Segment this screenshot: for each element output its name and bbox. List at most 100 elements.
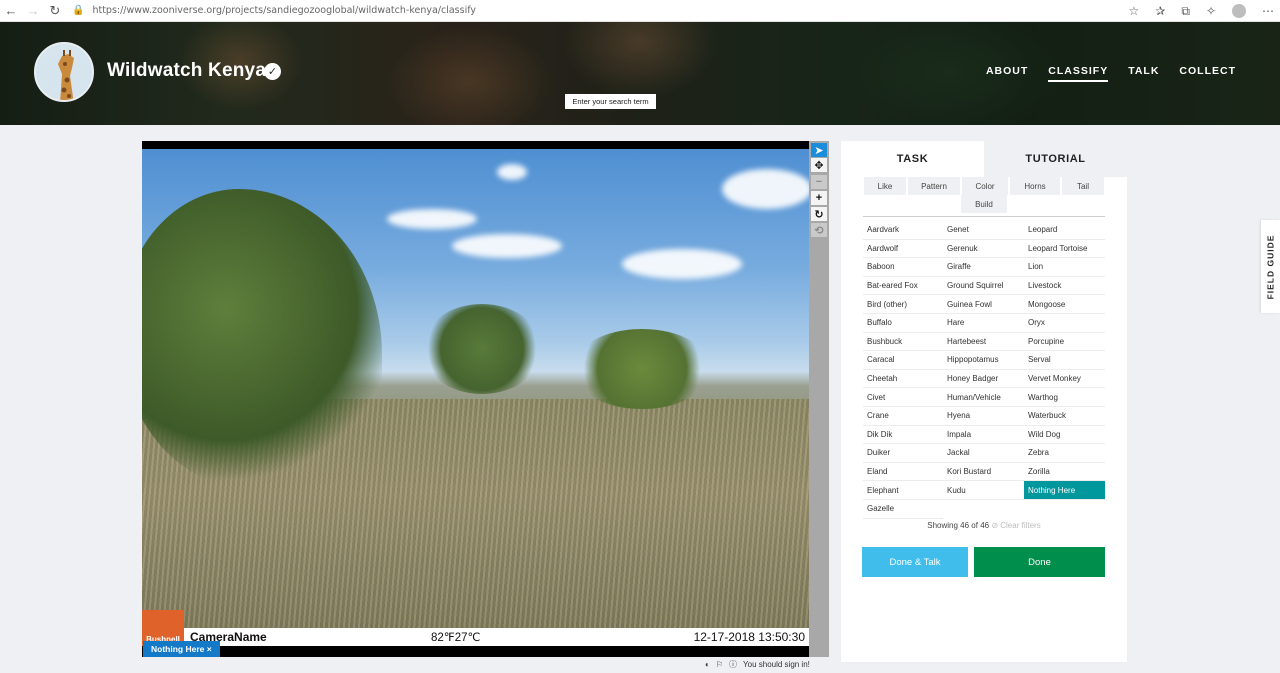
nav-classify[interactable]: CLASSIFY xyxy=(1048,65,1109,82)
choice-item[interactable]: Civet xyxy=(863,388,943,407)
choice-item[interactable]: Duiker xyxy=(863,444,943,463)
filter-like[interactable]: Like xyxy=(864,177,906,195)
choice-item[interactable]: Gazelle xyxy=(863,500,943,519)
field-guide-tab[interactable]: FIELD GUIDE xyxy=(1261,220,1280,313)
choice-item[interactable]: Wild Dog xyxy=(1024,426,1105,445)
choice-item[interactable]: Buffalo xyxy=(863,314,943,333)
filter-build[interactable]: Build xyxy=(961,195,1007,213)
choice-item[interactable]: Jackal xyxy=(943,444,1024,463)
more-icon[interactable]: ⋯ xyxy=(1262,4,1274,18)
camera-trap-image[interactable] xyxy=(142,149,809,633)
favorites-icon[interactable]: ✰ xyxy=(1155,4,1165,18)
pointer-tool-icon[interactable]: ➤ xyxy=(811,143,827,157)
tab-tutorial[interactable]: TUTORIAL xyxy=(984,141,1127,177)
choice-item[interactable]: Hare xyxy=(943,314,1024,333)
choice-item[interactable]: Livestock xyxy=(1024,277,1105,296)
choice-item[interactable]: Leopard Tortoise xyxy=(1024,240,1105,259)
read-aloud-icon[interactable]: ☆ xyxy=(1129,4,1140,18)
choice-item[interactable]: Nothing Here xyxy=(1024,481,1105,500)
choice-item[interactable]: Vervet Monkey xyxy=(1024,370,1105,389)
choice-item[interactable]: Aardvark xyxy=(863,221,943,240)
tab-task[interactable]: TASK xyxy=(841,141,984,177)
project-avatar[interactable] xyxy=(34,42,94,102)
project-title[interactable]: Wildwatch Kenya xyxy=(107,60,266,82)
rotate-icon[interactable]: ↻ xyxy=(811,207,827,221)
nav-collect[interactable]: COLLECT xyxy=(1179,65,1236,82)
zoom-in-icon[interactable]: + xyxy=(811,191,827,205)
filter-color[interactable]: Color xyxy=(962,177,1008,195)
subject-viewer[interactable]: Bushnell CameraName 82℉27℃ 12-17-2018 13… xyxy=(142,141,809,657)
choice-item[interactable]: Kudu xyxy=(943,481,1024,500)
panel-tabs: TASK TUTORIAL xyxy=(841,141,1127,177)
choice-item[interactable]: Serval xyxy=(1024,351,1105,370)
choice-item[interactable]: Lion xyxy=(1024,258,1105,277)
choice-item[interactable]: Gerenuk xyxy=(943,240,1024,259)
clear-filters-button[interactable]: ⊘ Clear filters xyxy=(991,521,1040,530)
choice-item[interactable]: Zorilla xyxy=(1024,463,1105,482)
choice-item[interactable]: Cheetah xyxy=(863,370,943,389)
choice-item[interactable]: Guinea Fowl xyxy=(943,295,1024,314)
extensions-icon[interactable]: ✧ xyxy=(1206,4,1216,18)
choice-item[interactable]: Leopard xyxy=(1024,221,1105,240)
showing-text: Showing 46 of 46 xyxy=(927,521,990,530)
choice-item[interactable]: Honey Badger xyxy=(943,370,1024,389)
nav-about[interactable]: ABOUT xyxy=(986,65,1028,82)
choice-item[interactable]: Bushbuck xyxy=(863,333,943,352)
choice-item[interactable]: Genet xyxy=(943,221,1024,240)
filter-horns[interactable]: Horns xyxy=(1010,177,1060,195)
sign-in-message: You should sign in! xyxy=(743,660,810,669)
back-arrow-icon[interactable]: ← xyxy=(0,0,22,22)
choice-item[interactable]: Human/Vehicle xyxy=(943,388,1024,407)
filter-pattern[interactable]: Pattern xyxy=(908,177,960,195)
filter-tail[interactable]: Tail xyxy=(1062,177,1104,195)
choice-item[interactable]: Waterbuck xyxy=(1024,407,1105,426)
url-text[interactable]: https://www.zooniverse.org/projects/sand… xyxy=(92,5,476,16)
choice-item[interactable]: Eland xyxy=(863,463,943,482)
project-nav: ABOUT CLASSIFY TALK COLLECT xyxy=(986,65,1236,82)
choice-item[interactable]: Hippopotamus xyxy=(943,351,1024,370)
viewer-toolbar: ➤ ✥ − + ↻ ⟲ xyxy=(809,141,829,657)
viewer-meta-row: ◐ ⚐ ⓘ You should sign in! xyxy=(705,659,810,670)
choice-item[interactable]: Crane xyxy=(863,407,943,426)
choice-item[interactable]: Hyena xyxy=(943,407,1024,426)
zoom-out-icon[interactable]: − xyxy=(811,175,827,189)
address-bar[interactable]: 🔒 https://www.zooniverse.org/projects/sa… xyxy=(72,5,476,16)
choice-item[interactable]: Impala xyxy=(943,426,1024,445)
choice-item[interactable]: Giraffe xyxy=(943,258,1024,277)
choice-item[interactable]: Hartebeest xyxy=(943,333,1024,352)
project-header: Wildwatch Kenya ✓ Enter your search term… xyxy=(0,22,1280,125)
choice-item[interactable]: Zebra xyxy=(1024,444,1105,463)
choice-grid: Aardvark Genet Leopard Aardwolf Gerenuk Leopa… xyxy=(863,221,1105,519)
camera-temperature: 82℉27℃ xyxy=(431,632,481,644)
choice-item[interactable]: Bat-eared Fox xyxy=(863,277,943,296)
choice-item[interactable]: Mongoose xyxy=(1024,295,1105,314)
field-guide-label: FIELD GUIDE xyxy=(1265,234,1276,299)
choice-item[interactable]: Kori Bustard xyxy=(943,463,1024,482)
choice-item[interactable]: Caracal xyxy=(863,351,943,370)
choice-item[interactable]: Baboon xyxy=(863,258,943,277)
camera-info-bar: CameraName 82℉27℃ 12-17-2018 13:50:30 xyxy=(142,628,809,646)
move-tool-icon[interactable]: ✥ xyxy=(811,158,827,172)
info-icon[interactable]: ⓘ xyxy=(729,659,737,670)
choice-item[interactable]: Warthog xyxy=(1024,388,1105,407)
choice-item[interactable]: Bird (other) xyxy=(863,295,943,314)
invert-icon[interactable]: ◐ xyxy=(705,660,710,669)
choice-item[interactable]: Oryx xyxy=(1024,314,1105,333)
done-button[interactable]: Done xyxy=(974,547,1105,577)
reload-icon[interactable]: ↻ xyxy=(44,0,66,22)
forward-arrow-icon[interactable]: → xyxy=(22,0,44,22)
choice-item[interactable]: Elephant xyxy=(863,481,943,500)
nav-talk[interactable]: TALK xyxy=(1128,65,1159,82)
camera-datetime: 12-17-2018 13:50:30 xyxy=(693,630,805,644)
profile-icon[interactable] xyxy=(1232,4,1246,18)
done-and-talk-button[interactable]: Done & Talk xyxy=(862,547,968,577)
choice-item[interactable]: Porcupine xyxy=(1024,333,1105,352)
collections-icon[interactable]: ⧉ xyxy=(1181,4,1190,19)
flag-icon[interactable]: ⚐ xyxy=(716,660,723,669)
choice-item[interactable]: Dik Dik xyxy=(863,426,943,445)
choice-item[interactable]: Aardwolf xyxy=(863,240,943,259)
filter-bar: Like Pattern Color Horns Tail Build xyxy=(863,177,1105,217)
selected-choice-tag[interactable]: Nothing Here × xyxy=(143,641,220,657)
reset-icon[interactable]: ⟲ xyxy=(811,223,827,237)
choice-item[interactable]: Ground Squirrel xyxy=(943,277,1024,296)
